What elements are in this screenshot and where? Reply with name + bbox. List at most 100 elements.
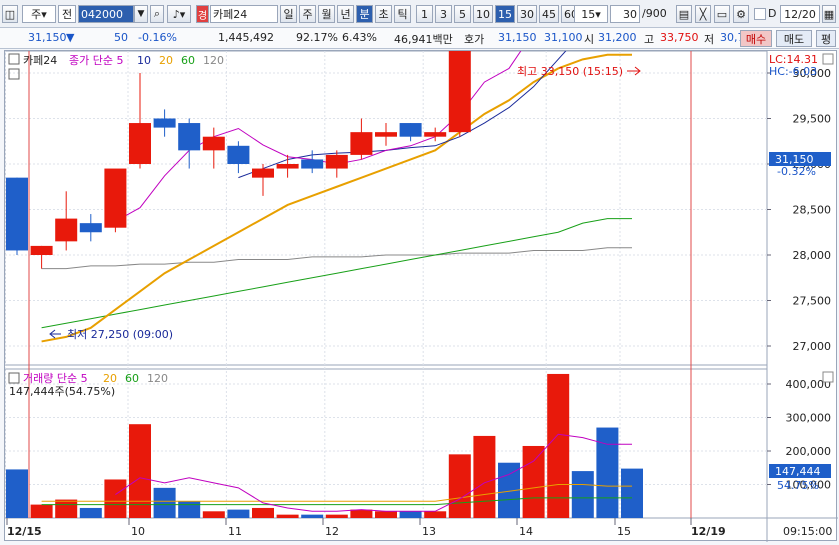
- interval-button-5[interactable]: 30: [517, 5, 537, 23]
- calendar-icon[interactable]: ▦: [822, 5, 836, 23]
- vol-legend-label: 120: [147, 372, 168, 385]
- candle-body: [178, 123, 201, 151]
- market-select[interactable]: 주 ▾: [22, 5, 56, 23]
- chart-svg[interactable]: 27,00027,50028,00028,50029,00029,50030,0…: [4, 0, 838, 542]
- search-icon[interactable]: ⌕: [150, 5, 164, 23]
- price: 31,150: [28, 31, 67, 44]
- cur-vol-value: 147,444: [775, 465, 821, 478]
- volume-bar: [522, 445, 545, 518]
- toolbar: ◫ 주 ▾ 전 042000 ▼ ⌕ ♪▾ 경 카페24 일주월년분초틱 1351…: [0, 0, 839, 28]
- volume-bar: [448, 454, 471, 518]
- speaker-icon[interactable]: ♪▾: [167, 5, 191, 23]
- candle-body: [104, 168, 127, 228]
- ask-price: 31,150: [498, 31, 537, 44]
- volume-bar: [276, 514, 299, 518]
- code-input[interactable]: 042000: [78, 5, 134, 23]
- layout-icon[interactable]: ◫: [2, 5, 18, 23]
- volume-bar: [375, 511, 397, 518]
- rate1: 92.17%: [296, 31, 338, 44]
- ma-legend-label: 종가 단순 5: [69, 54, 123, 67]
- x-axis-time: 09:15:00: [783, 525, 832, 538]
- period-button-0[interactable]: 일: [280, 5, 297, 23]
- period-button-6[interactable]: 틱: [394, 5, 411, 23]
- period-button-4[interactable]: 분: [356, 5, 373, 23]
- ma-legend-label: 120: [203, 54, 224, 67]
- volume-bar: [178, 501, 201, 518]
- volume-bar: [30, 504, 53, 518]
- candle-body: [375, 132, 397, 137]
- candle-body: [276, 164, 299, 169]
- volume-bar: [227, 509, 250, 518]
- volume: 1,445,492: [218, 31, 274, 44]
- x-axis-label: 11: [228, 525, 242, 538]
- x-axis-label: 10: [131, 525, 145, 538]
- period-button-1[interactable]: 주: [299, 5, 316, 23]
- gear-icon[interactable]: ⚙: [733, 5, 749, 23]
- interval-button-4[interactable]: 15: [495, 5, 515, 23]
- high-annotation: 최고 33,150 (15:15): [517, 65, 623, 78]
- code-dropdown-icon[interactable]: ▼: [134, 5, 148, 23]
- candle-body: [153, 118, 176, 128]
- vol-legend-label: 거래량 단순 5: [23, 372, 88, 385]
- vol-legend-label: 60: [125, 372, 139, 385]
- warning-badge: 경: [196, 5, 209, 23]
- candle-body: [79, 223, 102, 233]
- vol-legend-label: 20: [103, 372, 117, 385]
- open-price: 31,200: [598, 31, 637, 44]
- interval-button-1[interactable]: 3: [435, 5, 452, 23]
- period-button-3[interactable]: 년: [337, 5, 354, 23]
- high-price: 33,750: [660, 31, 699, 44]
- interval-button-3[interactable]: 10: [473, 5, 493, 23]
- volume-bar: [79, 507, 102, 518]
- draw-icon[interactable]: ╳: [695, 5, 711, 23]
- save-icon[interactable]: ▭: [714, 5, 730, 23]
- volume-bar: [473, 435, 496, 518]
- prefix-select[interactable]: 전: [58, 5, 76, 23]
- price-panel-name: 카페24: [23, 54, 57, 67]
- candle-body: [252, 168, 274, 178]
- low-label: 저: [704, 33, 715, 46]
- volume-bar: [129, 424, 151, 518]
- count-total: /900: [642, 7, 667, 20]
- volume-bar: [55, 499, 78, 518]
- period-button-5[interactable]: 초: [375, 5, 392, 23]
- chart-area[interactable]: 27,00027,50028,00028,50029,00029,50030,0…: [4, 0, 838, 542]
- interval-button-0[interactable]: 1: [416, 5, 433, 23]
- rate2: 6.43%: [342, 31, 377, 44]
- interval-button-6[interactable]: 45: [539, 5, 559, 23]
- bid-price: 31,100: [544, 31, 583, 44]
- volume-bar: [621, 468, 643, 518]
- x-axis-label: 12/19: [691, 525, 726, 538]
- buy-button[interactable]: 매수: [740, 30, 772, 47]
- high-label: 고: [644, 33, 655, 46]
- interval-select[interactable]: 15 ▾: [574, 5, 608, 23]
- price-tick-label: 28,000: [793, 249, 832, 262]
- price-tick-label: 27,000: [793, 340, 832, 353]
- x-axis-label: 12/15: [7, 525, 42, 538]
- volume-bar: [571, 471, 594, 518]
- chart-type-icon[interactable]: ▤: [676, 5, 692, 23]
- volume-bar: [6, 469, 28, 518]
- sell-button[interactable]: 매도: [776, 30, 812, 47]
- count-input[interactable]: 30: [610, 5, 640, 23]
- volume-bar: [301, 514, 324, 518]
- d-label: D: [768, 7, 777, 20]
- eval-button[interactable]: 평: [816, 30, 836, 47]
- volume-bar: [153, 487, 176, 518]
- candle-body: [448, 50, 471, 133]
- candle-body: [202, 136, 225, 151]
- price-tick-label: 29,500: [793, 113, 832, 126]
- candle-body: [350, 132, 373, 155]
- volume-tick-label: 200,000: [786, 445, 832, 458]
- period-button-2[interactable]: 월: [318, 5, 335, 23]
- date-checkbox[interactable]: [754, 8, 766, 20]
- x-axis-label: 14: [519, 525, 533, 538]
- ma-legend-label: 60: [181, 54, 195, 67]
- date-input[interactable]: 12/20: [780, 5, 820, 23]
- low-annotation: 최저 27,250 (09:00): [67, 328, 173, 341]
- company-name[interactable]: 카페24: [210, 5, 278, 23]
- volume-bar: [104, 479, 127, 518]
- volume-bar: [350, 509, 373, 518]
- open-label: 시: [584, 33, 595, 46]
- interval-button-2[interactable]: 5: [454, 5, 471, 23]
